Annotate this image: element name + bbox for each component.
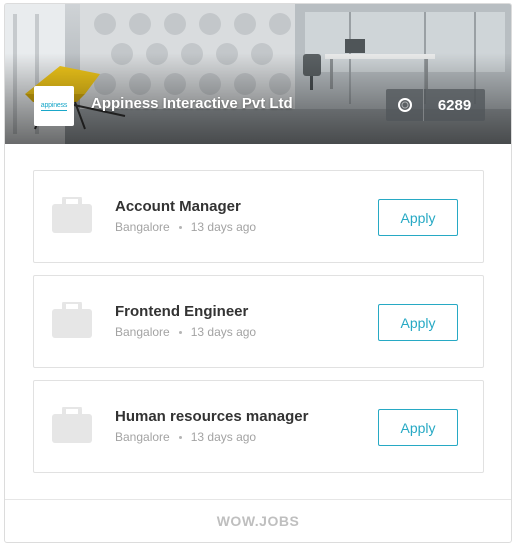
briefcase-icon [52,197,92,233]
job-title[interactable]: Human resources manager [115,408,308,425]
apply-button[interactable]: Apply [378,304,458,341]
company-name[interactable]: Appiness Interactive Pvt Ltd [91,95,293,112]
footer: WOW.JOBS [5,499,511,542]
job-title[interactable]: Account Manager [115,198,241,215]
job-card[interactable]: Account Manager Bangalore 13 days ago Ap… [33,170,484,263]
company-banner: appiness Appiness Interactive Pvt Ltd 62… [5,4,511,144]
job-card[interactable]: Human resources manager Bangalore 13 day… [33,380,484,473]
company-logo-text: appiness [40,101,68,111]
separator-dot [178,225,182,229]
followers-icon-wrap [386,89,424,121]
followers-count: 6289 [437,96,472,114]
briefcase-icon [52,407,92,443]
followers-badge[interactable]: 6289 [386,89,485,121]
briefcase-icon [52,302,92,338]
company-logo[interactable]: appiness [34,86,74,126]
company-jobs-widget: appiness Appiness Interactive Pvt Ltd 62… [4,3,512,543]
separator-dot [178,435,182,439]
job-title[interactable]: Frontend Engineer [115,303,248,320]
job-posted-date: 13 days ago [190,430,257,444]
job-location: Bangalore [115,220,170,234]
apply-button[interactable]: Apply [378,409,458,446]
job-meta: Bangalore 13 days ago [115,430,256,444]
brand-logo-text[interactable]: WOW.JOBS [217,513,300,529]
job-location: Bangalore [115,325,170,339]
job-list: Account Manager Bangalore 13 days ago Ap… [33,170,484,485]
job-card[interactable]: Frontend Engineer Bangalore 13 days ago … [33,275,484,368]
job-posted-date: 13 days ago [190,220,257,234]
separator-dot [178,330,182,334]
job-posted-date: 13 days ago [190,325,257,339]
job-meta: Bangalore 13 days ago [115,220,256,234]
job-meta: Bangalore 13 days ago [115,325,256,339]
apply-button[interactable]: Apply [378,199,458,236]
banner-overlay [5,4,511,144]
circle-ring-icon [397,98,412,112]
job-location: Bangalore [115,430,170,444]
